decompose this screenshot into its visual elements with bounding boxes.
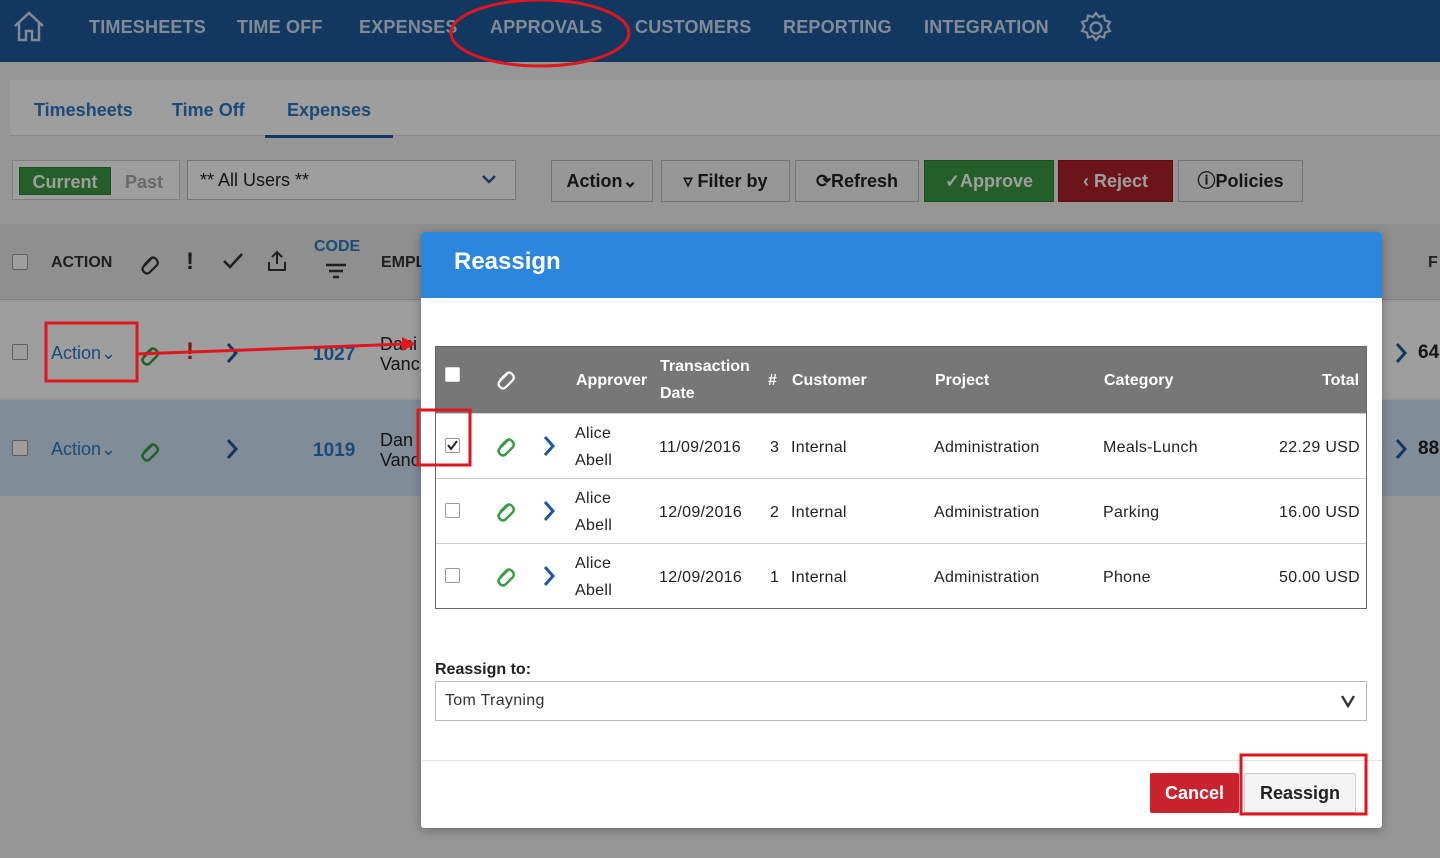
row-date: 11/09/2016 bbox=[659, 439, 741, 456]
cancel-button[interactable]: Cancel bbox=[1150, 773, 1239, 813]
header-transaction: Transaction bbox=[660, 358, 750, 375]
check-icon bbox=[447, 440, 458, 451]
row-approver-first: Alice bbox=[575, 555, 612, 572]
row-category: Parking bbox=[1103, 504, 1160, 521]
row-project: Administration bbox=[934, 569, 1040, 586]
row-total: 22.29 USD bbox=[1279, 439, 1360, 456]
row-approver-first: Alice bbox=[575, 425, 612, 442]
header-date: Date bbox=[660, 385, 695, 402]
row-total: 50.00 USD bbox=[1279, 569, 1360, 586]
row-approver-first: Alice bbox=[575, 490, 612, 507]
header-project: Project bbox=[935, 372, 990, 389]
row-project: Administration bbox=[934, 439, 1040, 456]
reassign-table-header: Approver Transaction Date # Customer Pro… bbox=[436, 347, 1366, 413]
select-all-checkbox[interactable] bbox=[445, 367, 460, 382]
row-date: 12/09/2016 bbox=[659, 504, 743, 521]
reassign-to-label: Reassign to: bbox=[435, 661, 532, 678]
row-approver-last: Abell bbox=[575, 582, 613, 599]
row-customer: Internal bbox=[791, 569, 847, 586]
reassign-button[interactable]: Reassign bbox=[1244, 773, 1356, 813]
header-number: # bbox=[768, 372, 777, 389]
header-approver: Approver bbox=[576, 372, 648, 389]
chevron-right-icon[interactable] bbox=[542, 500, 556, 522]
chevron-down-icon bbox=[1340, 695, 1356, 708]
row-total: 16.00 USD bbox=[1279, 504, 1360, 521]
dialog-footer-divider bbox=[421, 760, 1382, 761]
row-date: 12/09/2016 bbox=[659, 569, 743, 586]
reassign-dialog: Reassign Approver Transaction Date # Cus… bbox=[421, 232, 1382, 828]
row-number: 2 bbox=[770, 504, 780, 521]
paperclip-icon[interactable] bbox=[494, 563, 516, 587]
paperclip-icon bbox=[497, 371, 515, 390]
reassign-to-value: Tom Trayning bbox=[445, 692, 545, 709]
reassign-table: Approver Transaction Date # Customer Pro… bbox=[435, 346, 1367, 609]
row-checkbox[interactable] bbox=[445, 503, 460, 518]
header-total: Total bbox=[1322, 372, 1360, 389]
paperclip-icon[interactable] bbox=[494, 498, 516, 522]
header-category: Category bbox=[1104, 372, 1174, 389]
chevron-right-icon[interactable] bbox=[542, 565, 556, 587]
row-checkbox-checked[interactable] bbox=[445, 438, 460, 453]
table-row: Alice Abell 12/09/2016 2 Internal Admini… bbox=[436, 478, 1366, 543]
row-number: 1 bbox=[770, 569, 780, 586]
row-customer: Internal bbox=[791, 439, 847, 456]
table-row: Alice Abell 11/09/2016 3 Internal Admini… bbox=[436, 413, 1366, 478]
table-row: Alice Abell 12/09/2016 1 Internal Admini… bbox=[436, 543, 1366, 608]
paperclip-icon[interactable] bbox=[494, 433, 516, 457]
row-approver-last: Abell bbox=[575, 517, 613, 534]
reassign-to-select[interactable]: Tom Trayning bbox=[435, 681, 1367, 721]
dialog-title: Reassign bbox=[421, 232, 1382, 298]
row-category: Phone bbox=[1103, 569, 1151, 586]
chevron-right-icon[interactable] bbox=[542, 435, 556, 457]
row-approver-last: Abell bbox=[575, 452, 613, 469]
row-checkbox[interactable] bbox=[445, 568, 460, 583]
row-customer: Internal bbox=[791, 504, 847, 521]
row-category: Meals-Lunch bbox=[1103, 439, 1198, 456]
header-customer: Customer bbox=[792, 372, 867, 389]
row-project: Administration bbox=[934, 504, 1040, 521]
row-number: 3 bbox=[770, 439, 780, 456]
